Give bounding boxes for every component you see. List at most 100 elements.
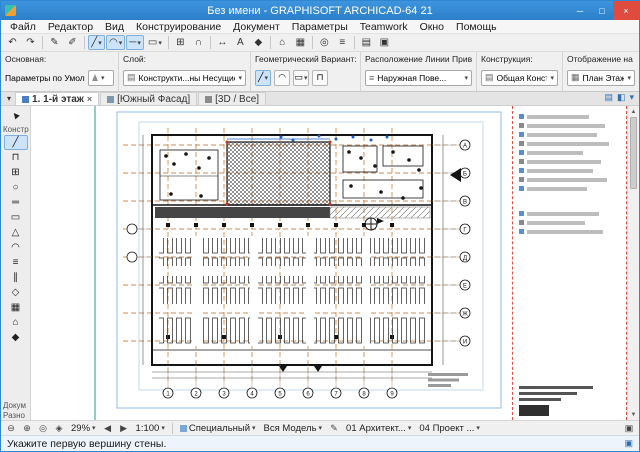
quick-options-expand-button[interactable]: ▣ bbox=[622, 422, 636, 435]
tracker-toggle-icon[interactable]: ▣ bbox=[624, 438, 633, 449]
previous-view-button[interactable]: ◀ bbox=[101, 422, 115, 435]
zoom-out-button[interactable]: ⊖ bbox=[4, 422, 18, 435]
pen-set-button[interactable]: ✎ bbox=[327, 422, 341, 435]
marker-button[interactable]: ◆ bbox=[250, 35, 267, 50]
default-settings-dropdown[interactable]: ▾ bbox=[88, 70, 114, 86]
menu-help[interactable]: Помощь bbox=[450, 21, 503, 33]
floor-plan-canvas[interactable]: 1 2 3 4 5 6 7 8 9 А Б В Г Д Е Ж И bbox=[31, 106, 512, 420]
zone-button[interactable]: ⌂ bbox=[274, 35, 291, 50]
stair-tool[interactable]: ≡ bbox=[4, 255, 28, 270]
pop-up-navigator-icon[interactable]: ◧ bbox=[617, 92, 626, 103]
geometry-rect-button[interactable]: ▭▾ bbox=[293, 70, 309, 86]
structure-display-select[interactable]: Вся Модель▾ bbox=[261, 422, 326, 435]
tab-list-button[interactable]: ▾ bbox=[3, 94, 15, 105]
menu-view[interactable]: Вид bbox=[99, 21, 130, 33]
dimension-button[interactable]: ↔ bbox=[214, 35, 231, 50]
pick-up-parameters-button[interactable]: ✎ bbox=[46, 35, 63, 50]
menu-design[interactable]: Конструирование bbox=[130, 21, 227, 33]
section-marker bbox=[365, 218, 384, 230]
pen-set-select[interactable]: 01 Архитект...▾ bbox=[343, 422, 414, 435]
display-options-button[interactable]: ▣ bbox=[376, 35, 393, 50]
poly-geometry-combo[interactable]: ▭▾ bbox=[145, 35, 165, 50]
arc-geometry-combo[interactable]: ◠▾ bbox=[106, 35, 125, 50]
main-area: ▲ Констр ╱ ⊓ ⊞ ○ ═ ▭ △ ◠ ≡ ∥ ◇ ▦ ⌂ ◆ Док… bbox=[1, 106, 639, 420]
arrow-tool[interactable]: ▲ bbox=[4, 108, 28, 123]
toolbox-section-design: Констр bbox=[1, 125, 29, 134]
beam-tool[interactable]: ═ bbox=[4, 195, 28, 210]
zoom-level-select[interactable]: 29%▾ bbox=[68, 422, 99, 435]
menu-window[interactable]: Окно bbox=[414, 21, 450, 33]
scrollbar-thumb[interactable] bbox=[630, 117, 637, 189]
tab-south-elevation[interactable]: [Южный Фасад] bbox=[100, 92, 197, 105]
polygon-icon: ▭ bbox=[148, 37, 157, 48]
plan-display-icon: ▦ bbox=[571, 72, 580, 83]
structure-dropdown[interactable]: ▤Общая Конст...▾ bbox=[481, 70, 558, 86]
tab-overflow-icon[interactable]: ▾ bbox=[629, 92, 634, 103]
geometry-poly-button[interactable]: ⊓ bbox=[312, 70, 328, 86]
roof-tool[interactable]: △ bbox=[4, 225, 28, 240]
fit-in-window-button[interactable]: ◎ bbox=[36, 422, 50, 435]
maximize-button[interactable]: □ bbox=[591, 1, 613, 20]
scroll-down-icon[interactable]: ▼ bbox=[628, 409, 639, 420]
mesh-button[interactable]: ▦ bbox=[292, 35, 309, 50]
chevron-down-icon: ▾ bbox=[101, 74, 105, 82]
tab-bar: ▾ 1. 1-й этаж × [Южный Фасад] [3D / Все]… bbox=[1, 92, 639, 106]
model-view-options-select[interactable]: 04 Проект ...▾ bbox=[416, 422, 483, 435]
undo-button[interactable]: ↶ bbox=[4, 35, 21, 50]
object-tool[interactable]: ◆ bbox=[4, 330, 28, 345]
inject-parameters-button[interactable]: ✐ bbox=[64, 35, 81, 50]
next-view-button[interactable]: ▶ bbox=[117, 422, 131, 435]
grid-snap-button[interactable]: ⊞ bbox=[172, 35, 189, 50]
column-tool[interactable]: ○ bbox=[4, 180, 28, 195]
chevron-down-icon: ▾ bbox=[158, 39, 162, 47]
gravity-snap-button[interactable]: ∩ bbox=[190, 35, 207, 50]
pan-button[interactable]: ◈ bbox=[52, 422, 66, 435]
mesh-tool[interactable]: ▦ bbox=[4, 300, 28, 315]
toolbox-section-more[interactable]: Разно bbox=[1, 411, 25, 420]
vertical-scrollbar[interactable]: ▲ ▼ bbox=[627, 106, 639, 420]
layout-preview-row bbox=[519, 168, 620, 173]
layer-dropdown[interactable]: ▤Конструкти...ны Несущие▾ bbox=[123, 70, 246, 86]
shell-tool[interactable]: ◠ bbox=[4, 240, 28, 255]
camera-button[interactable]: ◎ bbox=[316, 35, 333, 50]
list-bullet-icon bbox=[519, 168, 524, 173]
wall-tool[interactable]: ╱ bbox=[4, 135, 28, 150]
geometry-straight-button[interactable]: ╱▾ bbox=[255, 70, 271, 86]
wall-geometry-combo[interactable]: ╱▾ bbox=[88, 35, 105, 50]
geometry-curved-button[interactable]: ◠ bbox=[274, 70, 290, 86]
slab-tool[interactable]: ▭ bbox=[4, 210, 28, 225]
menu-options[interactable]: Параметры bbox=[286, 21, 354, 33]
scale-select[interactable]: 1:100▾ bbox=[133, 422, 168, 435]
zone-tool[interactable]: ⌂ bbox=[4, 315, 28, 330]
scroll-up-icon[interactable]: ▲ bbox=[628, 106, 639, 117]
line-geometry-combo[interactable]: ─▾ bbox=[126, 35, 144, 50]
menu-teamwork[interactable]: Teamwork bbox=[354, 21, 414, 33]
tab-floor-plan[interactable]: 1. 1-й этаж × bbox=[15, 92, 99, 105]
door-tool[interactable]: ⊓ bbox=[4, 150, 28, 165]
menu-edit[interactable]: Редактор bbox=[42, 21, 99, 33]
menu-file[interactable]: Файл bbox=[4, 21, 42, 33]
morph-tool[interactable]: ◇ bbox=[4, 285, 28, 300]
floor-plan-display-dropdown[interactable]: ▦План Этажа и Разрез▾ bbox=[567, 70, 635, 86]
layer-combination-select[interactable]: Специальный▾ bbox=[177, 422, 259, 435]
settings-button[interactable]: ≡ bbox=[334, 35, 351, 50]
toolbox-section-document[interactable]: Докум bbox=[1, 401, 26, 410]
tab-close-icon[interactable]: × bbox=[87, 94, 92, 104]
text-button[interactable]: A bbox=[232, 35, 249, 50]
tab-label: [3D / Все] bbox=[215, 94, 259, 105]
redo-button[interactable]: ↷ bbox=[22, 35, 39, 50]
zoom-in-button[interactable]: ⊕ bbox=[20, 422, 34, 435]
organizer-icon[interactable]: ▤ bbox=[604, 92, 613, 103]
layout-preview-panel[interactable] bbox=[512, 106, 627, 420]
titlebar[interactable]: Без имени - GRAPHISOFT ARCHICAD-64 21 ─ … bbox=[1, 1, 639, 20]
reference-line-value: Наружная Пове... bbox=[377, 73, 461, 83]
minimize-button[interactable]: ─ bbox=[569, 1, 591, 20]
railing-tool[interactable]: ∥ bbox=[4, 270, 28, 285]
svg-text:Б: Б bbox=[463, 171, 467, 177]
reference-line-dropdown[interactable]: ≡Наружная Пове...▾ bbox=[365, 70, 472, 86]
close-button[interactable]: × bbox=[613, 1, 639, 20]
menu-document[interactable]: Документ bbox=[227, 21, 286, 33]
window-tool[interactable]: ⊞ bbox=[4, 165, 28, 180]
tab-3d-all[interactable]: [3D / Все] bbox=[198, 92, 266, 105]
layers-button[interactable]: ▤ bbox=[358, 35, 375, 50]
